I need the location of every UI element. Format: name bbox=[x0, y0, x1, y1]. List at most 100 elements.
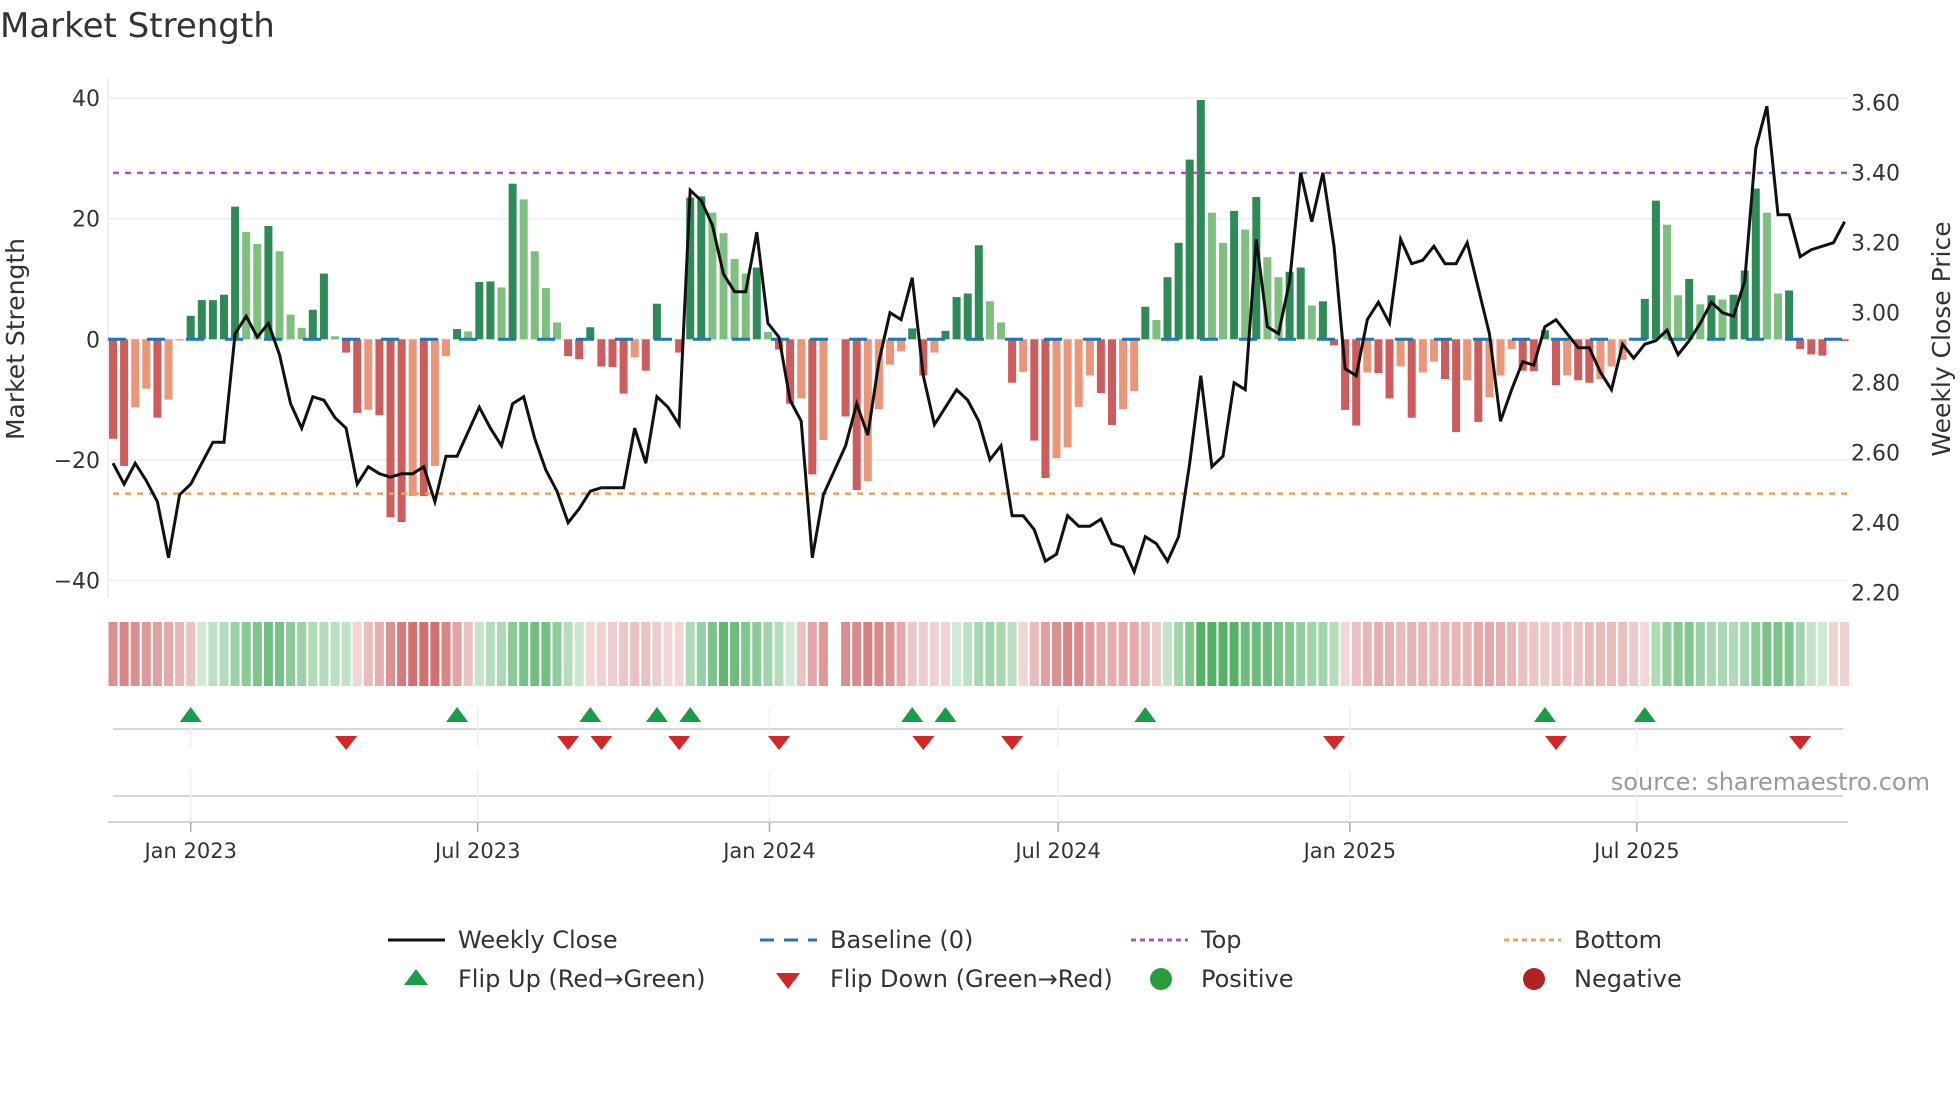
strength-bar bbox=[997, 322, 1005, 340]
strength-bar bbox=[575, 339, 584, 360]
strength-bar bbox=[1185, 159, 1194, 340]
regime-cell bbox=[1063, 622, 1073, 686]
regime-cell bbox=[1629, 622, 1639, 686]
regime-cell bbox=[1740, 622, 1750, 686]
strength-bar bbox=[1674, 295, 1683, 340]
regime-cell bbox=[1773, 622, 1783, 686]
strength-bar bbox=[1041, 339, 1050, 478]
regime-cell bbox=[297, 622, 307, 686]
regime-cell bbox=[1729, 622, 1739, 686]
y-tick-label: 20 bbox=[72, 208, 100, 233]
strength-bar bbox=[1463, 339, 1472, 381]
strength-bar bbox=[697, 196, 706, 340]
regime-cell bbox=[1462, 622, 1472, 686]
regime-cell bbox=[730, 622, 740, 686]
flip-down-marker bbox=[768, 736, 790, 750]
regime-cell bbox=[1817, 622, 1827, 686]
strength-bar bbox=[564, 339, 573, 357]
regime-cell bbox=[485, 622, 495, 686]
regime-cell bbox=[1407, 622, 1417, 686]
regime-cell bbox=[1762, 622, 1772, 686]
regime-cell bbox=[108, 622, 118, 686]
strength-bar bbox=[1751, 188, 1760, 340]
regime-cell bbox=[1706, 622, 1716, 686]
regime-cell bbox=[508, 622, 518, 686]
regime-cell bbox=[1385, 622, 1394, 686]
strength-bar bbox=[974, 245, 983, 340]
strength-bar bbox=[1685, 279, 1694, 340]
strength-bar bbox=[1474, 339, 1483, 422]
y2-tick-label: 2.40 bbox=[1851, 512, 1900, 537]
regime-cell bbox=[1795, 622, 1805, 686]
regime-cell bbox=[1229, 622, 1239, 686]
regime-cell bbox=[863, 622, 873, 686]
x-tick-label: Jan 2025 bbox=[1302, 839, 1397, 863]
strength-bar bbox=[1241, 229, 1250, 340]
strength-bar bbox=[985, 301, 994, 340]
x-tick-label: Jul 2023 bbox=[433, 839, 520, 863]
strength-bar bbox=[1307, 305, 1316, 340]
regime-cell bbox=[1618, 622, 1628, 686]
flip-up-marker bbox=[1134, 707, 1157, 722]
strength-bar bbox=[386, 339, 395, 518]
strength-bar bbox=[1108, 339, 1116, 425]
regime-cell bbox=[1196, 622, 1206, 686]
regime-cell bbox=[1029, 622, 1039, 686]
regime-cell bbox=[1163, 622, 1172, 686]
regime-cell bbox=[1329, 622, 1339, 686]
regime-cell bbox=[1806, 622, 1816, 686]
strength-bar bbox=[763, 332, 772, 340]
regime-cell bbox=[874, 622, 884, 686]
flip-up-marker bbox=[579, 707, 602, 722]
strength-bar bbox=[1663, 224, 1671, 340]
y-axis-title: Market Strength bbox=[1, 238, 30, 440]
strength-bar bbox=[886, 339, 894, 365]
strength-bar bbox=[109, 339, 117, 439]
flip-down-marker bbox=[1323, 736, 1345, 750]
strength-bar bbox=[752, 267, 761, 340]
regime-cell bbox=[1240, 622, 1250, 686]
regime-cell bbox=[741, 622, 751, 686]
flip-up-marker bbox=[1533, 707, 1556, 722]
y2-axis-title: Weekly Close Price bbox=[1927, 221, 1956, 456]
strength-bar bbox=[1818, 339, 1827, 356]
regime-cell bbox=[1074, 622, 1084, 686]
regime-cell bbox=[1118, 622, 1128, 686]
regime-cell bbox=[1651, 622, 1661, 686]
regime-cell bbox=[1318, 622, 1328, 686]
strength-bar bbox=[963, 293, 972, 340]
regime-cell bbox=[541, 622, 551, 686]
market-strength-chart: 40 20 0 −20 −40 3.60 3.40 3.20 3.00 2.80 2.60 2.40 2… bbox=[1, 78, 1956, 863]
regime-cell bbox=[441, 622, 451, 686]
regime-cell bbox=[1418, 622, 1428, 686]
regime-cell bbox=[663, 622, 673, 686]
strength-bar bbox=[1085, 339, 1094, 376]
regime-cell bbox=[1396, 622, 1406, 686]
regime-cell bbox=[1429, 622, 1439, 686]
regime-cell bbox=[985, 622, 995, 686]
regime-cell bbox=[907, 622, 917, 686]
regime-cell bbox=[119, 622, 129, 686]
regime-cell bbox=[707, 622, 717, 686]
strength-bar bbox=[797, 339, 806, 399]
strength-bar bbox=[1651, 200, 1660, 340]
regime-cell bbox=[1262, 622, 1272, 686]
flip-down-marker bbox=[668, 736, 691, 750]
regime-cell bbox=[341, 622, 351, 686]
strength-bar bbox=[475, 282, 484, 340]
strength-bar bbox=[1130, 339, 1139, 392]
strength-bar bbox=[508, 183, 517, 340]
regime-cell bbox=[386, 622, 395, 686]
regime-cell bbox=[619, 622, 629, 686]
y-tick-label: 40 bbox=[72, 87, 100, 112]
strength-bar bbox=[120, 339, 129, 466]
strength-bar bbox=[1718, 299, 1727, 340]
regime-cell bbox=[1662, 622, 1672, 686]
regime-cell bbox=[1784, 622, 1794, 686]
strength-bar bbox=[897, 339, 906, 352]
regime-cell bbox=[263, 622, 273, 686]
regime-cell bbox=[1695, 622, 1705, 686]
regime-cell bbox=[752, 622, 762, 686]
regime-cell bbox=[763, 622, 773, 686]
regime-cell bbox=[419, 622, 429, 686]
